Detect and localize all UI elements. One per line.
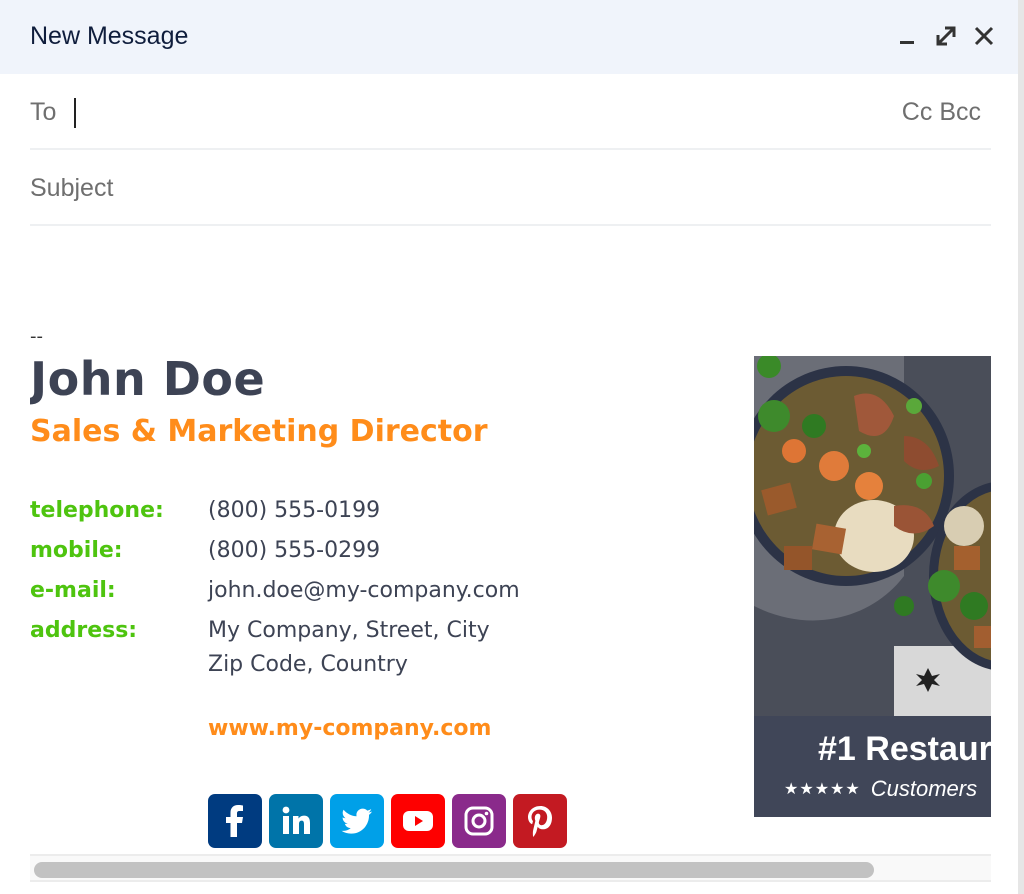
horizontal-scrollbar[interactable] xyxy=(30,854,991,882)
rating-stars-icon: ★★★★★ xyxy=(784,781,861,798)
promo-banner[interactable]: #1 Restaurant ★★★★★ Customers xyxy=(754,356,991,817)
contact-label: e-mail: xyxy=(30,578,116,603)
subject-input[interactable] xyxy=(30,168,930,208)
pinterest-icon xyxy=(528,806,552,837)
twitter-button[interactable] xyxy=(330,794,384,848)
contact-label: mobile: xyxy=(30,538,123,563)
facebook-icon xyxy=(226,805,243,837)
linkedin-icon xyxy=(282,806,310,834)
signature-separator: -- xyxy=(30,326,43,347)
youtube-button[interactable] xyxy=(391,794,445,848)
promo-title: #1 Restaurant xyxy=(818,730,991,768)
window-title: New Message xyxy=(30,22,189,50)
website-link[interactable]: www.my-company.com xyxy=(208,716,491,741)
contact-value: (800) 555-0299 xyxy=(208,538,381,563)
facebook-button[interactable] xyxy=(208,794,262,848)
compose-window: New Message To Cc Bcc -- John xyxy=(0,0,1024,894)
close-button[interactable] xyxy=(970,22,998,50)
signature-name: John Doe xyxy=(30,352,266,406)
promo-subtitle-text: Customers xyxy=(870,776,978,801)
pinterest-button[interactable] xyxy=(513,794,567,848)
contact-value-line2: Zip Code, Country xyxy=(208,652,408,677)
instagram-button[interactable] xyxy=(452,794,506,848)
minimize-button[interactable] xyxy=(894,22,922,50)
text-caret xyxy=(74,98,76,128)
to-label: To xyxy=(30,98,57,126)
linkedin-button[interactable] xyxy=(269,794,323,848)
youtube-icon xyxy=(403,811,433,831)
instagram-icon xyxy=(464,806,494,836)
expand-icon xyxy=(936,26,956,46)
to-row: To Cc Bcc xyxy=(30,74,991,150)
bcc-link[interactable]: Bcc xyxy=(939,98,981,126)
contact-value: (800) 555-0199 xyxy=(208,498,381,523)
cc-bcc-links: Cc Bcc xyxy=(902,98,981,127)
title-bar: New Message xyxy=(0,0,1018,74)
message-body[interactable]: -- John Doe Sales & Marketing Director t… xyxy=(30,228,991,854)
cc-link[interactable]: Cc xyxy=(902,98,933,126)
social-links xyxy=(208,794,567,848)
promo-subtitle: ★★★★★ Customers xyxy=(784,776,977,802)
scrollbar-thumb[interactable] xyxy=(34,862,874,878)
contact-value[interactable]: john.doe@my-company.com xyxy=(208,574,520,608)
to-input[interactable] xyxy=(74,94,874,128)
subject-row xyxy=(30,150,991,226)
signature-role: Sales & Marketing Director xyxy=(30,414,488,449)
twitter-icon xyxy=(341,808,372,834)
expand-button[interactable] xyxy=(932,22,960,50)
contact-label: address: xyxy=(30,618,138,643)
promo-caption: #1 Restaurant ★★★★★ Customers xyxy=(754,716,991,817)
close-icon xyxy=(974,26,994,46)
minimize-icon xyxy=(900,41,914,44)
contact-value-line1: My Company, Street, City xyxy=(208,618,490,643)
food-bowl-image xyxy=(754,356,991,716)
contact-label: telephone: xyxy=(30,498,164,523)
